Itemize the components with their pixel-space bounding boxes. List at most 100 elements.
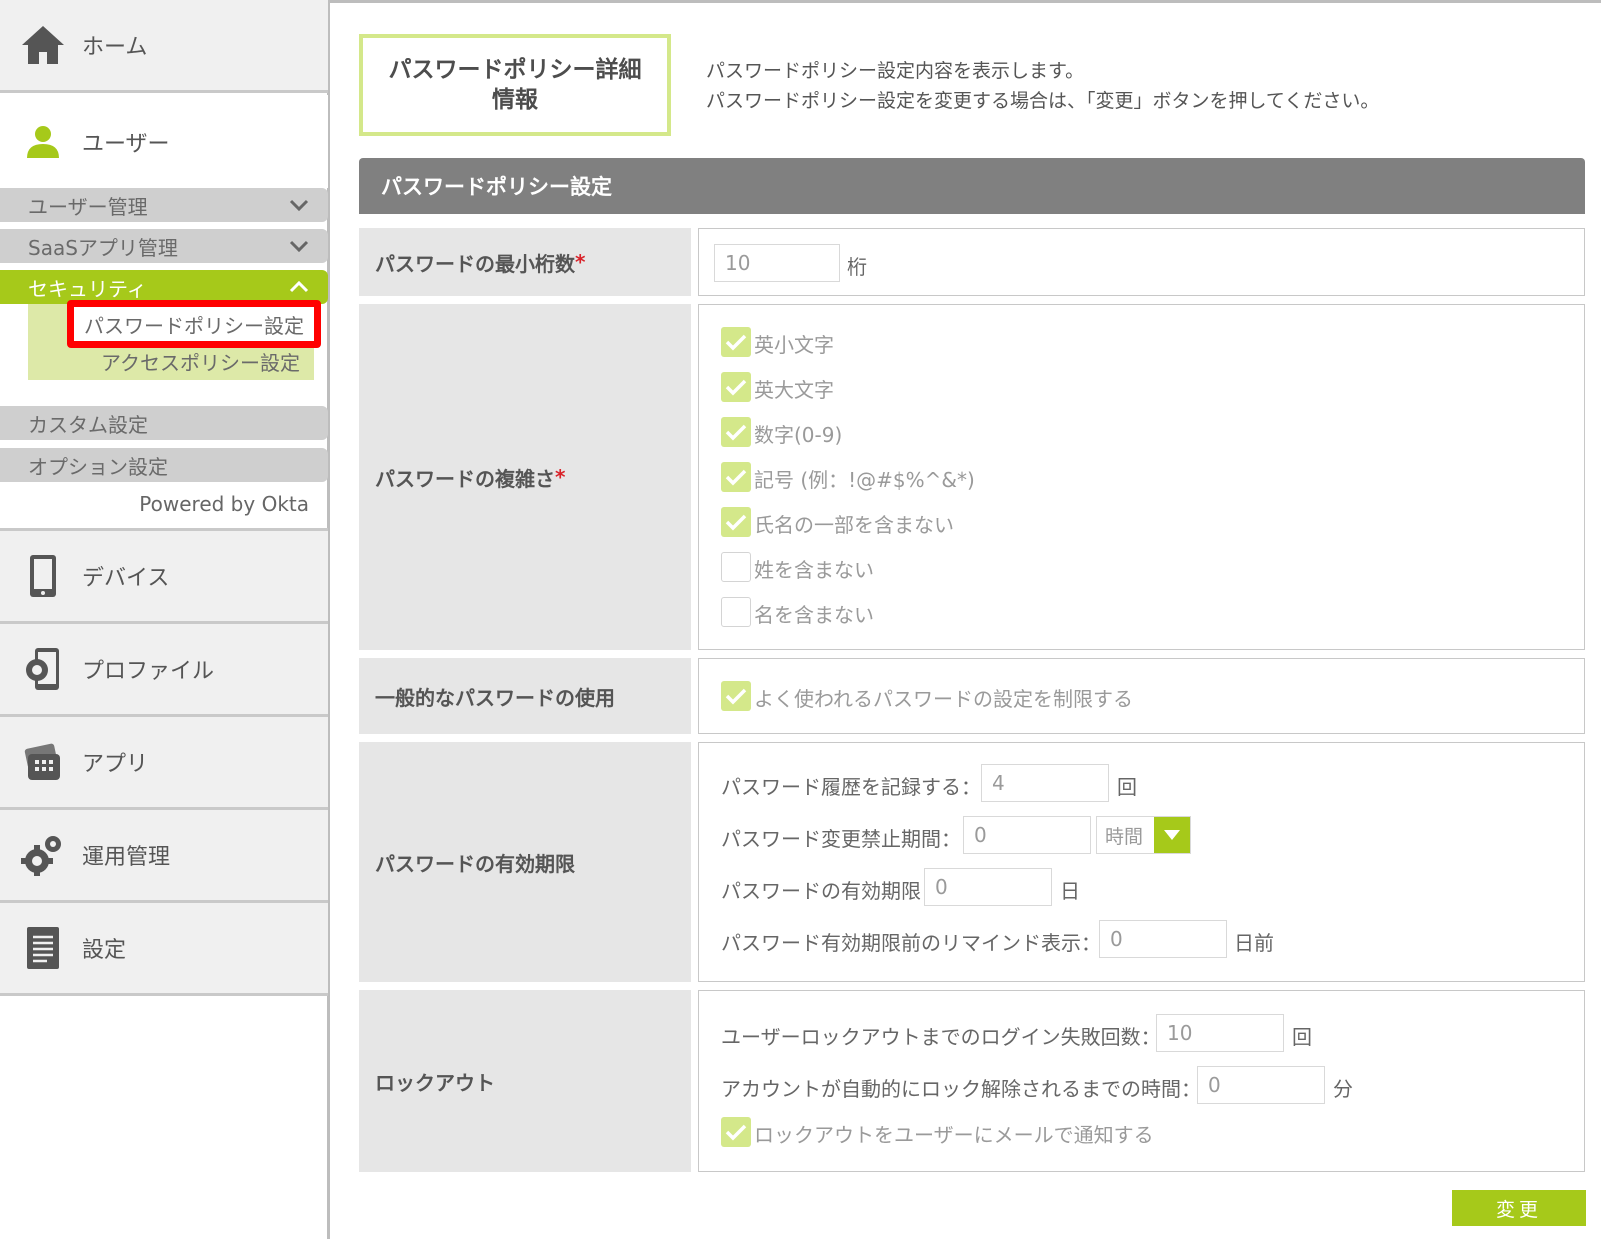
common-password-label: 一般的なパスワードの使用: [359, 658, 691, 734]
remind-input[interactable]: 0: [1099, 920, 1227, 958]
nav-user-label: ユーザー: [82, 131, 170, 157]
max-age-label: パスワードの有効期限: [721, 879, 921, 903]
common-password-value-cell: よく使われるパスワードの設定を制限する: [698, 658, 1585, 734]
attempts-input[interactable]: 10: [1156, 1014, 1284, 1052]
complexity-label: パスワードの複雑さ *: [359, 304, 691, 650]
nav-apps[interactable]: アプリ: [0, 717, 328, 810]
common-password-checkbox[interactable]: [721, 681, 751, 711]
page-description-1: パスワードポリシー設定内容を表示します。: [706, 60, 1085, 82]
top-border: [330, 0, 1601, 3]
complexity-checkbox[interactable]: [721, 597, 751, 627]
nav-home-label: ホーム: [82, 35, 148, 60]
min-length-label-text: パスワードの最小桁数: [375, 251, 575, 276]
accordion-label: カスタム設定: [28, 412, 148, 437]
min-age-unit-value: 時間: [1105, 825, 1144, 848]
page-title-line2: 情報: [492, 87, 538, 113]
check-icon: [725, 424, 747, 441]
chevron-down-icon: [289, 240, 309, 253]
lockout-notify-checkbox[interactable]: [721, 1117, 751, 1147]
check-icon: [725, 1124, 747, 1141]
lockout-label: ロックアウト: [359, 990, 691, 1172]
check-icon: [725, 379, 747, 396]
nav-apps-label: アプリ: [82, 752, 149, 777]
chevron-up-icon: [289, 280, 309, 293]
complexity-option-label: 氏名の一部を含まない: [754, 513, 954, 537]
change-button[interactable]: 変更: [1452, 1190, 1586, 1226]
max-age-unit: 日: [1060, 879, 1080, 903]
page-title: パスワードポリシー詳細 情報: [359, 34, 671, 136]
accordion-saas-management[interactable]: SaaSアプリ管理: [0, 229, 328, 263]
min-age-unit-select[interactable]: 時間: [1096, 816, 1191, 854]
complexity-checkbox[interactable]: [721, 327, 751, 357]
sidebar-item-password-policy[interactable]: パスワードポリシー設定: [67, 300, 321, 348]
device-icon: [20, 553, 66, 599]
complexity-checkbox[interactable]: [721, 507, 751, 537]
complexity-checkbox[interactable]: [721, 462, 751, 492]
min-length-unit: 桁: [847, 255, 867, 279]
sidebar: ホーム ユーザー ユーザー管理 SaaSアプリ管理 セキュリティ アクセスポリシ…: [0, 0, 330, 1239]
page-description-2: パスワードポリシー設定を変更する場合は、「変更」ボタンを押してください。: [706, 90, 1380, 112]
remind-label: パスワード有効期限前のリマインド表示：: [721, 931, 1101, 955]
history-label: パスワード履歴を記録する：: [721, 775, 981, 799]
dropdown-arrow-icon: [1154, 817, 1190, 853]
required-mark: *: [575, 250, 586, 274]
complexity-checkbox[interactable]: [721, 552, 751, 582]
min-length-input[interactable]: 10: [714, 244, 840, 282]
complexity-checkbox[interactable]: [721, 417, 751, 447]
nav-devices-label: デバイス: [82, 566, 170, 591]
page-title-line1: パスワードポリシー詳細: [388, 57, 642, 83]
check-icon: [725, 514, 747, 531]
check-icon: [725, 688, 747, 705]
attempts-unit: 回: [1292, 1025, 1312, 1049]
min-length-value-cell: 10 桁: [698, 228, 1585, 296]
nav-settings[interactable]: 設定: [0, 903, 328, 996]
max-age-input[interactable]: 0: [924, 868, 1052, 906]
accordion-user-management[interactable]: ユーザー管理: [0, 188, 328, 222]
min-length-label: パスワードの最小桁数 *: [359, 228, 691, 296]
nav-home[interactable]: ホーム: [0, 0, 328, 93]
remind-unit: 日前: [1234, 931, 1274, 955]
complexity-checkbox[interactable]: [721, 372, 751, 402]
nav-devices[interactable]: デバイス: [0, 531, 328, 624]
unlock-input[interactable]: 0: [1197, 1066, 1325, 1104]
complexity-option-label: 名を含まない: [754, 603, 874, 627]
expiry-value-cell: パスワード履歴を記録する： 4 回 パスワード変更禁止期間： 0 時間 パスワー…: [698, 742, 1585, 982]
check-icon: [725, 334, 747, 351]
home-icon: [20, 22, 66, 68]
complexity-label-text: パスワードの複雑さ: [375, 466, 555, 491]
lockout-value-cell: ユーザーロックアウトまでのログイン失敗回数： 10 回 アカウントが自動的にロッ…: [698, 990, 1585, 1172]
common-password-option: よく使われるパスワードの設定を制限する: [754, 687, 1133, 711]
complexity-option-label: 記号 (例：!@#$%^&*): [754, 468, 975, 492]
profile-icon: [20, 646, 66, 692]
history-input[interactable]: 4: [981, 764, 1109, 802]
accordion-label: SaaSアプリ管理: [28, 235, 178, 260]
complexity-option-label: 姓を含まない: [754, 558, 874, 582]
nav-operations[interactable]: 運用管理: [0, 810, 328, 903]
document-icon: [20, 925, 66, 971]
attempts-label: ユーザーロックアウトまでのログイン失敗回数：: [721, 1025, 1161, 1049]
nav-user[interactable]: ユーザー: [0, 95, 328, 188]
min-age-label: パスワード変更禁止期間：: [721, 827, 961, 851]
accordion-custom-settings[interactable]: カスタム設定: [0, 406, 328, 440]
min-age-input[interactable]: 0: [963, 816, 1091, 854]
accordion-label: ユーザー管理: [28, 194, 148, 219]
accordion-security[interactable]: セキュリティ: [0, 270, 328, 304]
gear-icon: [20, 832, 66, 878]
unlock-label: アカウントが自動的にロック解除されるまでの時間：: [721, 1077, 1201, 1101]
complexity-option-label: 英大文字: [754, 378, 834, 402]
complexity-value-cell: 英小文字 英大文字 数字(0-9) 記号 (例：!@#$%^&*) 氏名の一部を含まない…: [698, 304, 1585, 650]
lockout-notify-label: ロックアウトをユーザーにメールで通知する: [754, 1123, 1154, 1147]
nav-operations-label: 運用管理: [82, 845, 171, 870]
expiry-label: パスワードの有効期限: [359, 742, 691, 982]
powered-by-okta: Powered by Okta: [139, 492, 309, 516]
chevron-down-icon: [289, 199, 309, 212]
check-icon: [725, 469, 747, 486]
section-header: パスワードポリシー設定: [359, 158, 1585, 214]
accordion-option-settings[interactable]: オプション設定: [0, 448, 328, 482]
complexity-option-label: 数字(0-9): [754, 423, 843, 447]
nav-profile[interactable]: プロファイル: [0, 624, 328, 717]
nav-settings-label: 設定: [82, 938, 127, 963]
user-icon: [20, 119, 66, 165]
nav-profile-label: プロファイル: [82, 659, 215, 684]
accordion-label: オプション設定: [28, 454, 168, 479]
